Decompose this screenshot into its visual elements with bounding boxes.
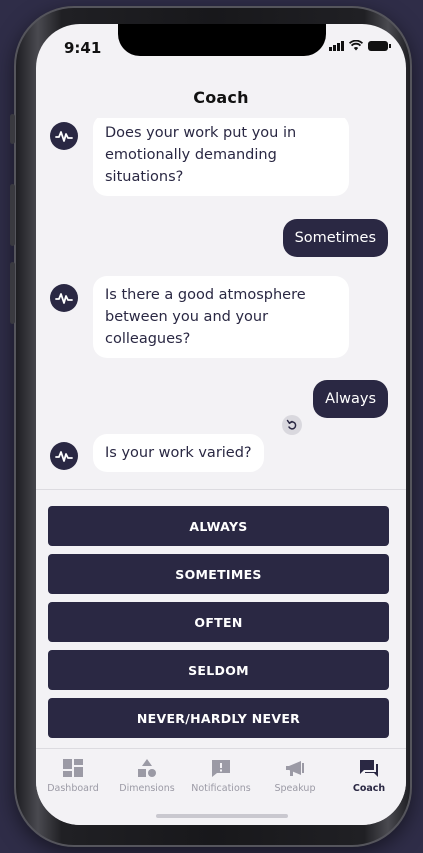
tab-label: Coach xyxy=(352,783,386,794)
volume-up-button xyxy=(10,184,15,246)
wifi-icon xyxy=(349,40,363,51)
tab-bar: Dashboard Dimensions Notifications Speak… xyxy=(36,748,406,825)
user-reply-bubble: Always xyxy=(313,380,388,418)
answer-often-button[interactable]: OFTEN xyxy=(48,602,389,642)
user-reply-bubble: Sometimes xyxy=(282,219,388,257)
undo-icon[interactable] xyxy=(282,415,302,435)
tab-dashboard[interactable]: Dashboard xyxy=(36,749,110,825)
status-icons xyxy=(329,40,391,51)
answer-always-button[interactable]: ALWAYS xyxy=(48,506,389,546)
waveform-icon xyxy=(55,451,73,462)
tab-label: Dimensions xyxy=(119,783,175,794)
status-time: 9:41 xyxy=(64,39,102,57)
waveform-icon xyxy=(55,293,73,304)
battery-icon xyxy=(368,41,391,51)
volume-down-button xyxy=(10,262,15,324)
alert-icon xyxy=(212,760,230,777)
answer-options: ALWAYS SOMETIMES OFTEN SELDOM NEVER/HARD… xyxy=(48,506,389,746)
waveform-icon xyxy=(55,131,73,142)
signal-icon xyxy=(329,41,344,51)
tab-coach[interactable]: Coach xyxy=(332,749,406,825)
answer-sometimes-button[interactable]: SOMETIMES xyxy=(48,554,389,594)
answer-never-button[interactable]: NEVER/HARDLY NEVER xyxy=(48,698,389,738)
tab-label: Dashboard xyxy=(47,783,99,794)
divider xyxy=(36,489,406,490)
shapes-icon xyxy=(138,759,156,777)
mute-switch xyxy=(10,114,15,144)
coach-avatar xyxy=(50,122,78,150)
answer-seldom-button[interactable]: SELDOM xyxy=(48,650,389,690)
coach-message: Is there a good atmosphere between you a… xyxy=(50,276,349,358)
dashboard-icon xyxy=(63,759,83,777)
tab-label: Notifications xyxy=(191,783,251,794)
tab-label: Speakup xyxy=(274,783,316,794)
message-bubble: Is your work varied? xyxy=(93,434,264,472)
chat-thread[interactable]: Does your work put you in emotionally de… xyxy=(36,118,406,490)
message-bubble: Does your work put you in emotionally de… xyxy=(93,118,349,196)
phone-screen: 9:41 Coach Does your work put you in emo… xyxy=(36,24,406,825)
coach-message: Is your work varied? xyxy=(50,434,264,472)
coach-avatar xyxy=(50,442,78,470)
megaphone-icon xyxy=(286,761,304,776)
coach-message: Does your work put you in emotionally de… xyxy=(50,118,349,196)
notch xyxy=(118,24,326,56)
home-indicator xyxy=(156,814,288,818)
coach-avatar xyxy=(50,284,78,312)
page-title: Coach xyxy=(193,88,249,107)
chat-icon xyxy=(360,760,378,777)
message-bubble: Is there a good atmosphere between you a… xyxy=(93,276,349,358)
